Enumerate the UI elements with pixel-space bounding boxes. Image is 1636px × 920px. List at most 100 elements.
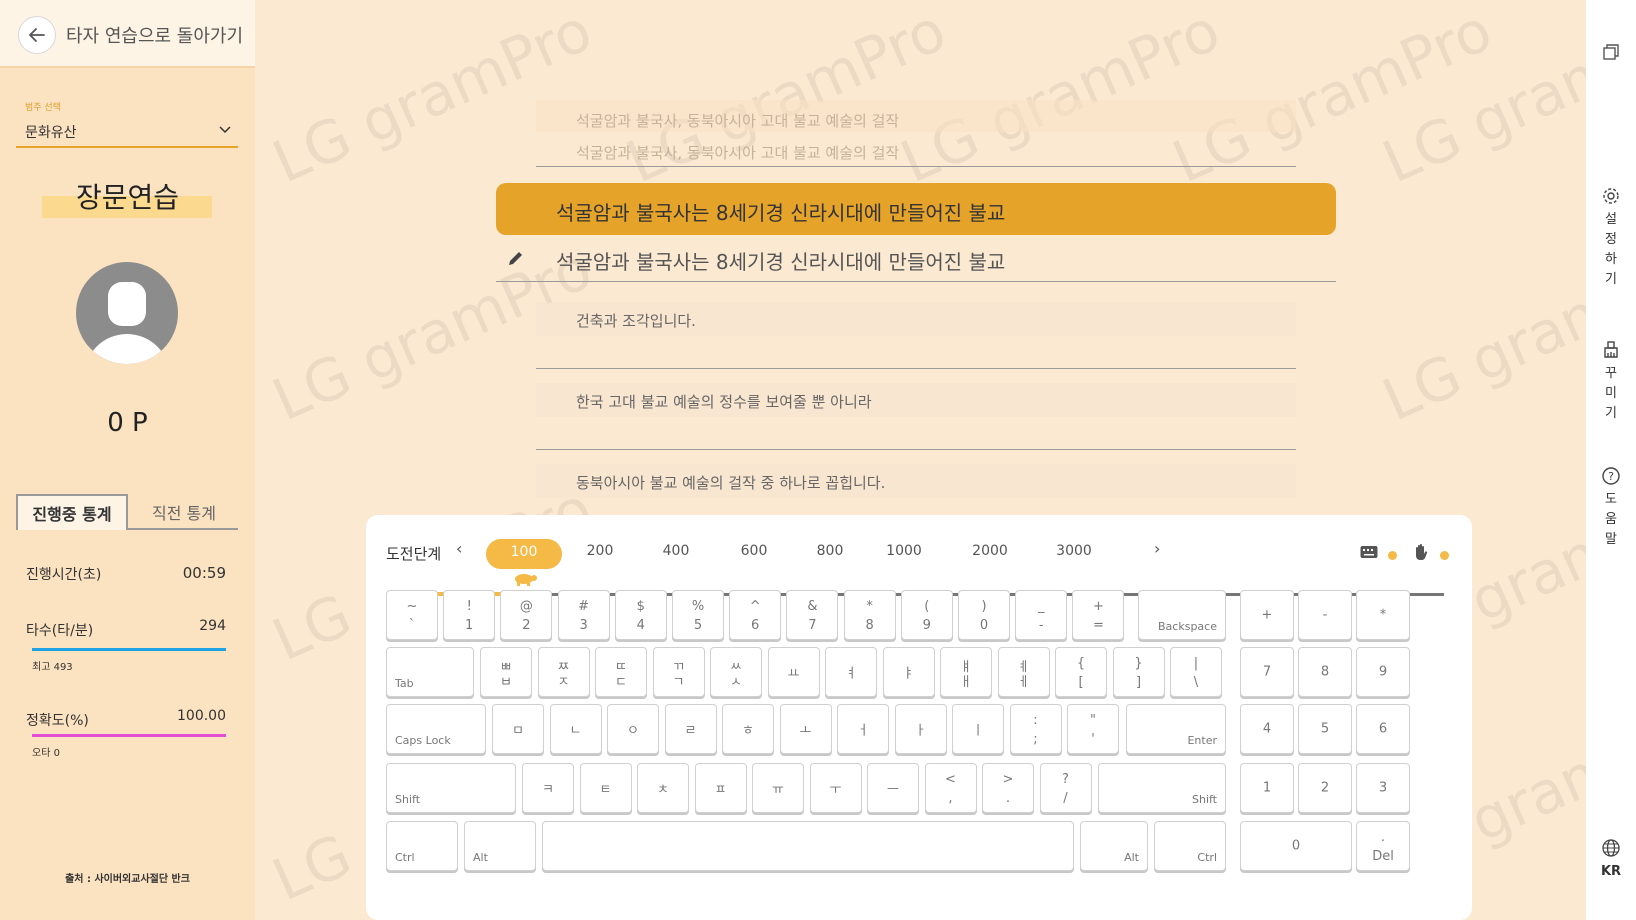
key-2[interactable]: @2 xyxy=(500,590,553,640)
key-/[interactable]: ? / xyxy=(1039,763,1092,813)
key-ㄴ[interactable]: ㄴ xyxy=(549,704,602,754)
key-ㅇ[interactable]: ㅇ xyxy=(607,704,659,754)
numpad-key-2[interactable]: 2 xyxy=(1298,763,1352,813)
key-.[interactable]: >. xyxy=(982,763,1034,813)
stage-1000[interactable]: 1000 xyxy=(866,543,942,559)
numpad-key-0[interactable]: 0 xyxy=(1240,821,1352,871)
stage-next-button[interactable]: › xyxy=(1154,539,1160,558)
key-ㅐ[interactable]: ㅒㅐ xyxy=(940,647,992,697)
key-ㅅ[interactable]: ㅆㅅ xyxy=(710,647,762,697)
tab-previous-stats[interactable]: 직전 통계 xyxy=(130,494,238,530)
key-=[interactable]: + = xyxy=(1072,590,1125,640)
numpad-key-*[interactable]: * xyxy=(1356,590,1410,640)
keyboard-icon[interactable] xyxy=(1360,545,1378,559)
key-ㅛ[interactable]: ㅛ xyxy=(767,647,820,697)
hand-icon[interactable] xyxy=(1412,543,1430,561)
stage-100[interactable]: 100 xyxy=(486,539,562,569)
key-ㄹ[interactable]: ㄹ xyxy=(664,704,717,754)
key-enter[interactable]: Enter xyxy=(1126,704,1226,754)
key-ㄷ[interactable]: ㄸㄷ xyxy=(595,647,647,697)
key-ㅠ[interactable]: ㅠ xyxy=(752,763,804,813)
key-8[interactable]: * 8 xyxy=(843,590,896,640)
stage-400[interactable]: 400 xyxy=(638,543,714,559)
numpad-key-del[interactable]: . Del xyxy=(1356,821,1410,871)
key-shift-left[interactable]: Shift xyxy=(386,763,516,813)
key---label: _ xyxy=(1037,599,1045,614)
key-0[interactable]: ) 0 xyxy=(958,590,1010,640)
numpad-key-6[interactable]: 6 xyxy=(1356,704,1410,754)
key-ㅣ[interactable]: ㅣ xyxy=(952,704,1004,754)
numpad-key-8[interactable]: 8 xyxy=(1298,647,1352,697)
key-space[interactable] xyxy=(542,821,1074,871)
numpad-key-3[interactable]: 3 xyxy=(1356,763,1410,813)
key-backspace[interactable]: Backspace xyxy=(1138,590,1226,640)
key-caps-lock[interactable]: Caps Lock xyxy=(386,704,486,754)
key-ㅡ[interactable]: ㅡ xyxy=(867,763,919,813)
key-][interactable]: }] xyxy=(1112,647,1165,697)
upcoming-sentence-3: 동북아시아 불교 예술의 걸작 중 하나로 꼽힙니다. xyxy=(576,474,886,492)
category-select[interactable]: 문화유산 xyxy=(16,114,238,148)
key-ㅏ[interactable]: ㅏ xyxy=(894,704,947,754)
stage-800[interactable]: 800 xyxy=(792,543,868,559)
key-7[interactable]: & 7 xyxy=(786,590,839,640)
key-4[interactable]: $4 xyxy=(614,590,667,640)
key-ㅕ[interactable]: ㅕ xyxy=(825,647,877,697)
key-ㅈ[interactable]: ㅉㅈ xyxy=(537,647,590,697)
mode-title: 장문연습 xyxy=(75,181,180,214)
key-ㅋ[interactable]: ㅋ xyxy=(522,763,574,813)
settings-button[interactable]: 설정하기 xyxy=(1586,186,1636,290)
key-shift-right-label: Shift xyxy=(1191,793,1217,806)
key-ㅜ[interactable]: ㅜ xyxy=(809,763,862,813)
back-button[interactable] xyxy=(18,16,56,54)
typing-input[interactable]: 석굴암과 불국사는 8세기경 신라시대에 만들어진 불교 xyxy=(496,240,1336,282)
key-\[interactable]: | \ xyxy=(1170,647,1222,697)
key-[[interactable]: {[ xyxy=(1055,647,1107,697)
key-ㅍ[interactable]: ㅍ xyxy=(694,763,747,813)
key-alt-left[interactable]: Alt xyxy=(464,821,536,871)
key-ㅎ[interactable]: ㅎ xyxy=(722,704,774,754)
tab-current-stats[interactable]: 진행중 통계 xyxy=(16,494,128,530)
key-5[interactable]: % 5 xyxy=(672,590,724,640)
language-button[interactable]: KR xyxy=(1586,838,1636,882)
key-tab[interactable]: Tab xyxy=(386,647,474,697)
window-button[interactable] xyxy=(1586,42,1636,66)
decorate-button[interactable]: 꾸미기 xyxy=(1586,340,1636,424)
back-row[interactable]: 타자 연습으로 돌아가기 xyxy=(0,0,255,68)
stage-600[interactable]: 600 xyxy=(716,543,792,559)
stage-2000[interactable]: 2000 xyxy=(952,543,1028,559)
key-ㄱ[interactable]: ㄲㄱ xyxy=(652,647,705,697)
key-1[interactable]: ! 1 xyxy=(443,590,496,640)
key-ㅌ[interactable]: ㅌ xyxy=(579,763,632,813)
key-ctrl-left[interactable]: Ctrl xyxy=(386,821,458,871)
key-shift-right[interactable]: Shift xyxy=(1098,763,1226,813)
key-ㅂ[interactable]: ㅃㅂ xyxy=(480,647,532,697)
key-alt-right[interactable]: Alt xyxy=(1080,821,1148,871)
numpad-key-+[interactable]: + xyxy=(1240,590,1294,640)
help-button[interactable]: ? 도움말 xyxy=(1586,466,1636,550)
key-6[interactable]: ^ 6 xyxy=(729,590,782,640)
key-ctrl-right[interactable]: Ctrl xyxy=(1154,821,1226,871)
numpad-key-7[interactable]: 7 xyxy=(1240,647,1294,697)
numpad-key--[interactable]: - xyxy=(1298,590,1352,640)
key-`[interactable]: ~ ` xyxy=(386,590,438,640)
key-ㅁ[interactable]: ㅁ xyxy=(492,704,544,754)
key-3[interactable]: #3 xyxy=(557,590,610,640)
numpad-key-9[interactable]: 9 xyxy=(1356,647,1410,697)
key-;[interactable]: :; xyxy=(1009,704,1062,754)
stage-200[interactable]: 200 xyxy=(562,543,638,559)
key-'[interactable]: " ' xyxy=(1067,704,1119,754)
key-ㅑ[interactable]: ㅑ xyxy=(882,647,935,697)
key-,[interactable]: <, xyxy=(924,763,977,813)
key-ㅗ[interactable]: ㅗ xyxy=(779,704,832,754)
numpad-key-1[interactable]: 1 xyxy=(1240,763,1294,813)
stage-3000[interactable]: 3000 xyxy=(1036,543,1112,559)
key-ㅔ[interactable]: ㅖㅔ xyxy=(997,647,1050,697)
key-ㅓ[interactable]: ㅓ xyxy=(837,704,889,754)
numpad-key-5[interactable]: 5 xyxy=(1298,704,1352,754)
numpad-key-4[interactable]: 4 xyxy=(1240,704,1294,754)
back-label[interactable]: 타자 연습으로 돌아가기 xyxy=(66,22,243,48)
stage-prev-button[interactable]: ‹ xyxy=(456,539,462,558)
key-ㅊ[interactable]: ㅊ xyxy=(637,763,689,813)
key--[interactable]: _ - xyxy=(1015,590,1068,640)
key-9[interactable]: (9 xyxy=(900,590,953,640)
